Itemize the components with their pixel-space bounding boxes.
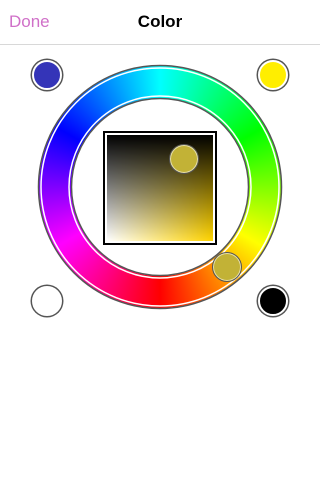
bottom-panel [34,328,262,408]
saturation-brightness-square[interactable] [103,131,217,245]
navigation-bar: Done Color [0,0,320,45]
color-picker-screen: Done Color [0,0,320,480]
page-title: Color [137,12,183,31]
